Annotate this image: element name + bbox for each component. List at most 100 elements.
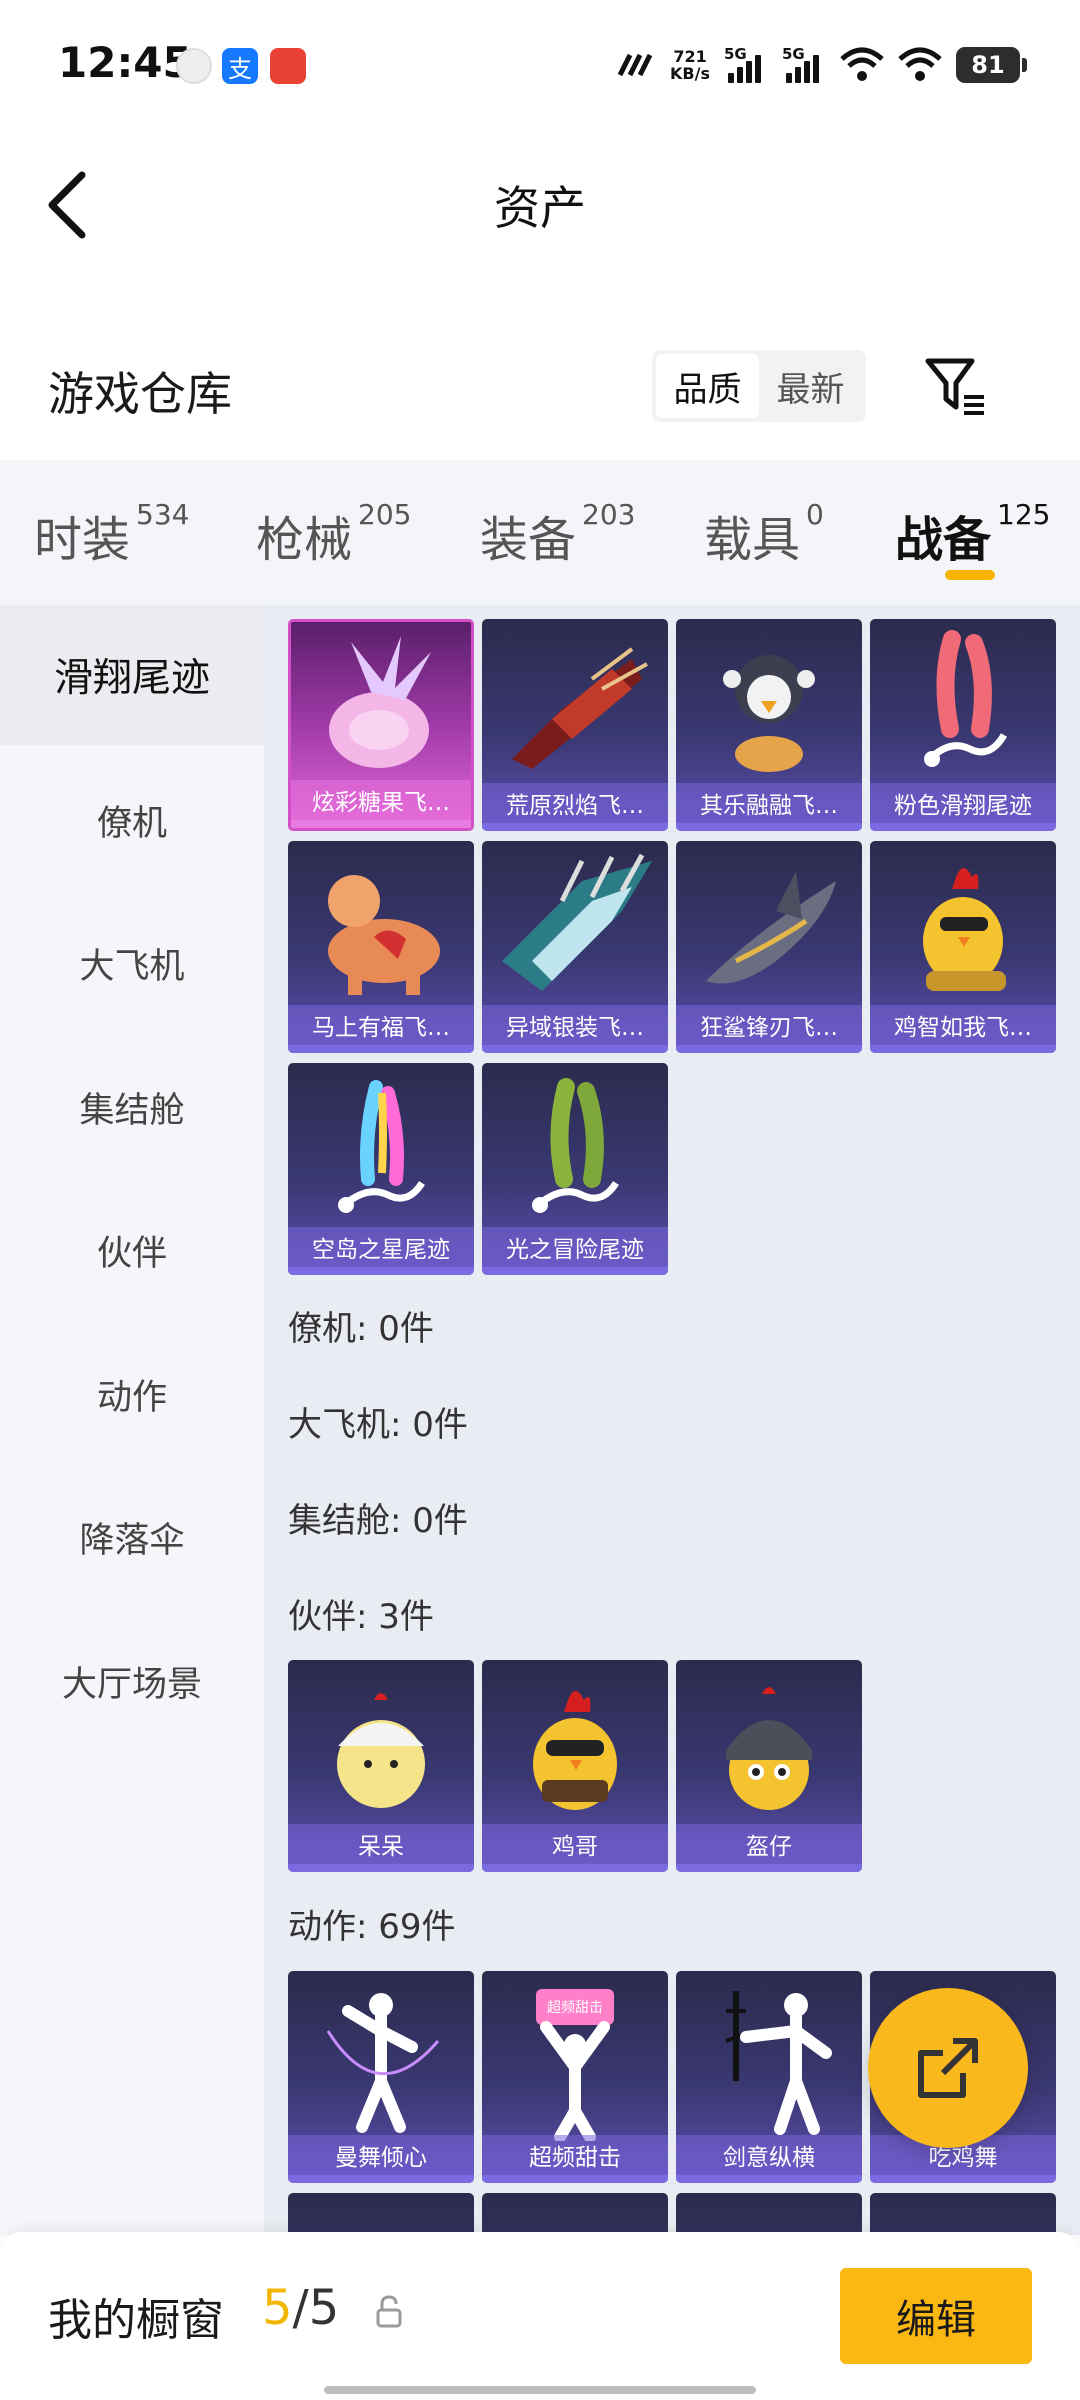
bottom-bar: 我的橱窗 5/5 编辑 [0,2232,1080,2400]
shark-glider-icon [706,871,836,984]
sidebar-item-glide-trail[interactable]: 滑翔尾迹 [0,605,264,745]
group-label-big-plane: 大飞机: 0件 [288,1405,468,1445]
signal-icon: 5G [782,45,826,85]
item-card[interactable]: 盔仔 [676,1660,862,1872]
home-indicator [324,2386,756,2394]
chick-jige-icon [533,1691,617,1810]
net-speed: 721 KB/s [670,48,710,82]
rainbow-trail-icon [338,1080,425,1213]
item-card[interactable]: 光之冒险尾迹 [482,1063,668,1275]
item-card[interactable]: 粉色滑翔尾迹 [870,619,1056,831]
sidebar-item-lobby-scene[interactable]: 大厅场景 [0,1611,264,1751]
net-speed-unit: KB/s [670,64,710,83]
tab-fashion[interactable]: 时装 534 [34,498,189,570]
tab-indicator [945,570,995,580]
item-name: 光之冒险尾迹 [482,1227,668,1267]
item-card[interactable]: 鸡智如我飞… [870,841,1056,1053]
penguin-glider-icon [723,655,815,772]
sidebar-item-wingman[interactable]: 僚机 [0,750,264,890]
item-name: 盔仔 [676,1824,862,1864]
signal-icon: 5G [724,45,768,85]
item-name: 荒原烈焰飞… [482,783,668,823]
status-bar: 12:45 支 721 KB/s 5G 5G 81 [0,0,1080,130]
item-card[interactable] [676,2193,862,2235]
filter-icon[interactable] [924,355,988,419]
item-card[interactable]: 马上有福飞… [288,841,474,1053]
item-card[interactable] [870,2193,1056,2235]
item-card[interactable]: 狂鲨锋刃飞… [676,841,862,1053]
item-name: 超频甜击 [482,2135,668,2175]
net-speed-value: 721 [673,47,707,66]
silver-glider-icon [502,853,652,991]
item-card[interactable]: 呆呆 [288,1660,474,1872]
pink-trail-icon [924,630,1008,767]
item-name: 鸡哥 [482,1824,668,1864]
flame-glider-icon [512,647,648,769]
item-card[interactable] [482,2193,668,2235]
group-label-wingman: 僚机: 0件 [288,1309,434,1349]
edit-button[interactable]: 编辑 [840,2268,1032,2364]
battery-icon: 81 [956,47,1027,83]
category-tabs: 时装 534 枪械 205 装备 203 载具 0 战备 125 [0,460,1080,605]
lock-icon [376,2295,402,2328]
item-card[interactable] [288,2193,474,2235]
item-name: 异域银装飞… [482,1005,668,1045]
green-trail-icon [532,1078,619,1213]
item-card[interactable]: 曼舞倾心 [288,1971,474,2183]
showcase-count: 5/5 [262,2280,340,2336]
item-card[interactable]: 空岛之星尾迹 [288,1063,474,1275]
sword-emote-icon [725,1991,832,2135]
item-name: 剑意纵横 [676,2135,862,2175]
sidebar-item-assembly-pod[interactable]: 集结舱 [0,1037,264,1177]
avatar-icon [176,48,212,84]
candy-glider-icon [329,636,431,768]
item-name: 粉色滑翔尾迹 [870,783,1056,823]
sidebar: 滑翔尾迹 僚机 大飞机 集结舱 伙伴 动作 降落伞 大厅场景 [0,605,264,2235]
sort-option-quality[interactable]: 品质 [656,354,759,418]
group-label-partner: 伙伴: 3件 [288,1597,434,1637]
sort-option-latest[interactable]: 最新 [759,354,862,418]
sidebar-item-emote[interactable]: 动作 [0,1324,264,1464]
item-name: 空岛之星尾迹 [288,1227,474,1267]
chick-kuizai-icon [726,1687,812,1810]
item-card[interactable]: 荒原烈焰飞… [482,619,668,831]
sidebar-item-parachute[interactable]: 降落伞 [0,1467,264,1607]
sidebar-item-partner[interactable]: 伙伴 [0,1180,264,1320]
item-name: 鸡智如我飞… [870,1005,1056,1045]
dancer-emote-icon [326,1993,440,2133]
page-title: 资产 [494,181,586,235]
tab-combat-prep[interactable]: 战备 125 [895,498,1050,570]
sidebar-item-big-plane[interactable]: 大飞机 [0,893,264,1033]
share-button[interactable] [868,1988,1028,2148]
item-name: 炫彩糖果飞… [291,780,471,820]
group-label-assembly-pod: 集结舱: 0件 [288,1501,468,1541]
tab-guns[interactable]: 枪械 205 [256,498,411,570]
chick-daidai-icon [337,1693,425,1808]
notification-app-icon [270,48,306,84]
item-name: 曼舞倾心 [288,2135,474,2175]
status-time: 12:45 [58,38,192,87]
warehouse-title: 游戏仓库 [48,367,232,421]
signal-label: 5G [724,45,747,63]
tab-equipment[interactable]: 装备 203 [480,498,635,570]
item-name: 狂鲨锋刃飞… [676,1005,862,1045]
showcase-label: 我的橱窗 [48,2295,224,2346]
signal-label: 5G [782,45,805,63]
sign-text: 超频甜击 [547,2000,603,2016]
item-card[interactable]: 其乐融融飞… [676,619,862,831]
item-name: 马上有福飞… [288,1005,474,1045]
item-name: 呆呆 [288,1824,474,1864]
item-card[interactable]: 异域银装飞… [482,841,668,1053]
tab-vehicles[interactable]: 载具 0 [704,498,824,570]
item-card[interactable]: 剑意纵横 [676,1971,862,2183]
sort-toggle: 品质 最新 [652,350,866,422]
wifi-icon [840,47,884,81]
group-label-emote: 动作: 69件 [288,1907,456,1947]
item-card[interactable]: 鸡哥 [482,1660,668,1872]
nfc-icon [617,53,653,77]
share-icon [918,2038,978,2098]
alipay-icon: 支 [222,48,258,84]
item-card[interactable]: 炫彩糖果飞… [288,619,474,831]
wifi-icon [898,47,942,81]
item-card[interactable]: 超频甜击 超频甜击 [482,1971,668,2183]
